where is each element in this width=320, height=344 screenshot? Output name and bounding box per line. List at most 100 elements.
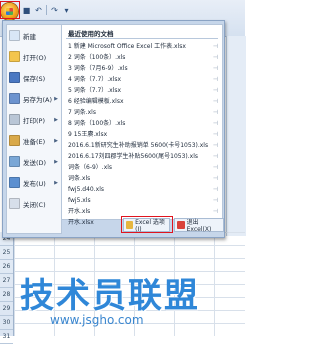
menu-item-label: 准备(E) — [23, 137, 46, 146]
office-button-highlight — [0, 1, 20, 19]
recent-document-item[interactable]: 8 词条（100条）.xls ⊣ — [62, 118, 222, 129]
recent-document-item[interactable]: 词条.xls ⊣ — [62, 173, 222, 184]
recent-documents-title: 最近使用的文档 — [66, 25, 218, 39]
row-headers: 24 25 26 27 28 29 30 31 — [0, 232, 14, 344]
menu-item-label: 另存为(A) — [23, 95, 53, 104]
menu-item-save-as[interactable]: 另存为(A) ▶ — [7, 88, 61, 109]
excel-options-highlight — [121, 216, 173, 233]
menu-item-save[interactable]: 保存(S) — [7, 67, 61, 88]
submenu-arrow-icon: ▶ — [54, 137, 58, 144]
exit-excel-button[interactable]: 退出 Excel(X) — [174, 218, 224, 233]
recent-document-item[interactable]: 6 经验编辑模板.xlsx ⊣ — [62, 96, 222, 107]
recent-document-item[interactable]: 7 词条.xls ⊣ — [62, 107, 222, 118]
recent-document-name: 2016.6.1新研究生补助报销单 5600(卡号1053).xls — [68, 142, 209, 149]
pin-icon[interactable]: ⊣ — [213, 85, 218, 96]
recent-document-name: 开水.xls — [68, 208, 91, 215]
recent-document-name: 3 词条（7月6-9）.xls — [68, 65, 128, 72]
row-header[interactable]: 25 — [0, 246, 13, 260]
submenu-arrow-icon: ▶ — [54, 95, 58, 102]
recent-document-item[interactable]: 1 新建 Microsoft Office Excel 工作表.xlsx ⊣ — [62, 41, 222, 52]
recent-document-name: 9 15王赓.xlsx — [68, 131, 108, 138]
office-menu-commands: 新建 打开(O) 保存(S) 另存为(A) ▶ 打印(P) ▶ 准备(E) ▶ 发送(D) ▶ 发布(… — [6, 24, 62, 234]
recent-document-item[interactable]: 词条（6-9）.xls ⊣ — [62, 162, 222, 173]
row-header[interactable]: 30 — [0, 316, 13, 330]
pin-icon[interactable]: ⊣ — [213, 129, 218, 140]
menu-item-send[interactable]: 发送(D) ▶ — [7, 151, 61, 172]
recent-document-item[interactable]: 2016.6.1新研究生补助报销单 5600(卡号1053).xls ⊣ — [62, 140, 222, 151]
menu-item-close-doc[interactable]: 关闭(C) — [7, 193, 61, 214]
menu-item-label: 发布(U) — [23, 179, 46, 188]
recent-document-name: 2 词条（100条）.xls — [68, 54, 126, 61]
menu-item-prepare[interactable]: 准备(E) ▶ — [7, 130, 61, 151]
menu-item-new[interactable]: 新建 — [7, 25, 61, 46]
menu-item-publish[interactable]: 发布(U) ▶ — [7, 172, 61, 193]
menu-item-label: 保存(S) — [23, 74, 46, 83]
recent-document-item[interactable]: 3 词条（7月6-9）.xls ⊣ — [62, 63, 222, 74]
ribbon-right-strip — [226, 36, 246, 236]
exit-excel-label: 退出 Excel(X) — [186, 219, 212, 233]
new-icon — [9, 30, 20, 41]
recent-documents-list: 1 新建 Microsoft Office Excel 工作表.xlsx ⊣ 2 词… — [62, 39, 222, 228]
menu-item-label: 发送(D) — [23, 158, 47, 167]
save-as-icon — [9, 93, 20, 104]
exit-icon — [177, 221, 185, 229]
open-folder-icon — [9, 51, 20, 62]
row-header[interactable]: 29 — [0, 302, 13, 316]
publish-icon — [9, 177, 20, 188]
undo-icon[interactable]: ↶ — [34, 6, 43, 15]
recent-document-name: 6 经验编辑模板.xlsx — [68, 98, 124, 105]
save-icon — [9, 72, 20, 83]
pin-icon[interactable]: ⊣ — [213, 41, 218, 52]
recent-document-item[interactable]: fwj5.xls ⊣ — [62, 195, 222, 206]
pin-icon[interactable]: ⊣ — [213, 162, 218, 173]
recent-document-name: fwj5.xls — [68, 197, 91, 204]
recent-document-name: 开水.xlsx — [68, 219, 94, 226]
row-header[interactable]: 28 — [0, 288, 13, 302]
chevron-down-icon[interactable]: ▾ — [62, 6, 71, 15]
pin-icon[interactable]: ⊣ — [213, 52, 218, 63]
pin-icon[interactable]: ⊣ — [213, 173, 218, 184]
pin-icon[interactable]: ⊣ — [213, 118, 218, 129]
row-header[interactable]: 31 — [0, 330, 13, 344]
recent-document-name: 词条.xls — [68, 175, 91, 182]
recent-document-item[interactable]: 2016.6.17刘四郡学生补贴5600(尾号1053).xls ⊣ — [62, 151, 222, 162]
watermark-url: www.jsgho.com — [50, 313, 144, 327]
quick-access-toolbar: ■ ↶ ↷ ▾ — [22, 4, 71, 16]
recent-document-item[interactable]: 9 15王赓.xlsx ⊣ — [62, 129, 222, 140]
prepare-icon — [9, 135, 20, 146]
recent-document-item[interactable]: 4 词条（7.7）.xlsx ⊣ — [62, 74, 222, 85]
row-header[interactable]: 26 — [0, 260, 13, 274]
recent-document-name: 7 词条.xls — [68, 109, 96, 116]
menu-item-print[interactable]: 打印(P) ▶ — [7, 109, 61, 130]
recent-document-item[interactable]: 5 词条（7.7）.xlsx ⊣ — [62, 85, 222, 96]
submenu-arrow-icon: ▶ — [54, 158, 58, 165]
pin-icon[interactable]: ⊣ — [213, 107, 218, 118]
menu-item-label: 打印(P) — [23, 116, 45, 125]
menu-item-open-folder[interactable]: 打开(O) — [7, 46, 61, 67]
recent-document-name: 词条（6-9）.xls — [68, 164, 113, 171]
pin-icon[interactable]: ⊣ — [213, 96, 218, 107]
redo-icon[interactable]: ↷ — [50, 6, 59, 15]
pin-icon[interactable]: ⊣ — [213, 184, 218, 195]
recent-document-name: 4 词条（7.7）.xlsx — [68, 76, 122, 83]
recent-document-name: 8 词条（100条）.xls — [68, 120, 126, 127]
send-icon — [9, 156, 20, 167]
save-icon[interactable]: ■ — [22, 6, 31, 15]
toolbar-separator — [46, 5, 47, 15]
pin-icon[interactable]: ⊣ — [213, 206, 218, 217]
row-header[interactable]: 27 — [0, 274, 13, 288]
recent-document-name: 5 词条（7.7）.xlsx — [68, 87, 122, 94]
pin-icon[interactable]: ⊣ — [213, 151, 218, 162]
recent-documents-panel: 最近使用的文档 1 新建 Microsoft Office Excel 工作表.… — [61, 24, 223, 226]
menu-item-label: 关闭(C) — [23, 200, 46, 209]
menu-item-label: 打开(O) — [23, 53, 47, 62]
pin-icon[interactable]: ⊣ — [213, 63, 218, 74]
pin-icon[interactable]: ⊣ — [213, 195, 218, 206]
pin-icon[interactable]: ⊣ — [213, 140, 218, 151]
recent-document-name: 1 新建 Microsoft Office Excel 工作表.xlsx — [68, 43, 186, 50]
recent-document-item[interactable]: 2 词条（100条）.xls ⊣ — [62, 52, 222, 63]
recent-document-item[interactable]: fwj5.d40.xls ⊣ — [62, 184, 222, 195]
menu-item-label: 新建 — [23, 32, 36, 41]
recent-document-name: fwj5.d40.xls — [68, 186, 104, 193]
pin-icon[interactable]: ⊣ — [213, 74, 218, 85]
